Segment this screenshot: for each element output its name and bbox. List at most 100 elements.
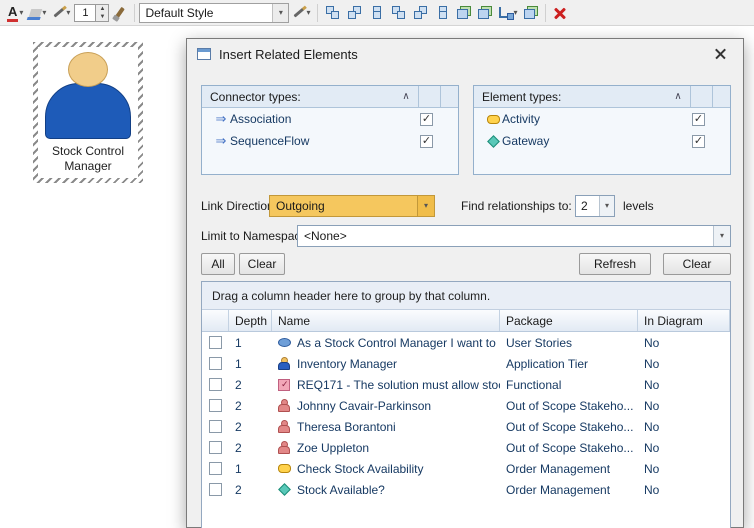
actor-shape[interactable]: Stock Control Manager bbox=[38, 47, 138, 178]
selected-actor-element[interactable]: Stock Control Manager bbox=[33, 42, 143, 183]
row-name: Theresa Borantoni bbox=[297, 420, 396, 434]
column-header-in-diagram[interactable]: In Diagram bbox=[638, 310, 730, 331]
table-row[interactable]: 1 Inventory Manager Application Tier No bbox=[202, 353, 730, 374]
delete-button[interactable] bbox=[550, 2, 570, 24]
namespace-combobox[interactable]: <None> ▾ bbox=[297, 225, 731, 247]
refresh-button[interactable]: Refresh bbox=[579, 253, 651, 275]
format-painter-button[interactable] bbox=[110, 2, 130, 24]
association-checkbox[interactable] bbox=[420, 113, 433, 126]
toolbar: A ▾ ▾ ▾ 1 ▲▼ Default Style ▾ ▾ bbox=[0, 0, 754, 26]
sequenceflow-checkbox[interactable] bbox=[420, 135, 433, 148]
row-checkbox[interactable] bbox=[209, 462, 222, 475]
autoroute-button[interactable]: ▾ bbox=[496, 2, 520, 24]
link-direction-combobox[interactable]: Outgoing ▾ bbox=[269, 195, 435, 217]
column-header-name[interactable]: Name bbox=[272, 310, 500, 331]
usecase-icon bbox=[276, 338, 292, 347]
paste-style-button[interactable] bbox=[475, 2, 495, 24]
link-direction-dropdown[interactable]: ▾ bbox=[417, 196, 434, 216]
table-row[interactable]: 2 Theresa Borantoni Out of Scope Stakeho… bbox=[202, 416, 730, 437]
gateway-checkbox[interactable] bbox=[692, 135, 705, 148]
clear-button[interactable]: Clear bbox=[663, 253, 731, 275]
chevron-down-icon[interactable]: ▾ bbox=[19, 9, 23, 17]
spinner-arrows[interactable]: ▲▼ bbox=[96, 4, 109, 22]
chevron-down-icon[interactable]: ▾ bbox=[66, 9, 70, 17]
row-checkbox[interactable] bbox=[209, 483, 222, 496]
spin-up-icon[interactable]: ▲ bbox=[96, 5, 108, 13]
find-levels-value: 2 bbox=[576, 196, 599, 216]
toolbar-separator bbox=[545, 4, 546, 22]
dialog-titlebar[interactable]: Insert Related Elements bbox=[187, 39, 743, 69]
all-button[interactable]: All bbox=[201, 253, 235, 275]
element-type-item[interactable]: Gateway bbox=[474, 130, 730, 152]
row-name: Check Stock Availability bbox=[297, 462, 424, 476]
requirement-icon bbox=[276, 379, 292, 391]
connector-type-item[interactable]: SequenceFlow bbox=[202, 130, 458, 152]
connector-type-name: SequenceFlow bbox=[230, 134, 420, 148]
gateway-icon bbox=[276, 485, 292, 494]
table-row[interactable]: 2 Stock Available? Order Management No bbox=[202, 479, 730, 500]
chevron-down-icon: ▾ bbox=[424, 202, 428, 210]
table-row[interactable]: 2 REQ171 - The solution must allow stoc.… bbox=[202, 374, 730, 395]
align-top-button[interactable] bbox=[322, 2, 343, 24]
style-combobox-dropdown[interactable]: ▾ bbox=[272, 4, 288, 22]
element-type-name: Activity bbox=[502, 112, 692, 126]
activity-icon bbox=[484, 115, 502, 124]
same-width-button[interactable] bbox=[366, 2, 387, 24]
space-vertical-button[interactable] bbox=[432, 2, 453, 24]
connector-type-item[interactable]: Association bbox=[202, 108, 458, 130]
row-checkbox[interactable] bbox=[209, 420, 222, 433]
row-package: User Stories bbox=[500, 332, 638, 353]
align-bottom-icon bbox=[347, 5, 362, 20]
row-checkbox[interactable] bbox=[209, 399, 222, 412]
table-row[interactable]: 1 Check Stock Availability Order Managem… bbox=[202, 458, 730, 479]
row-in-diagram: No bbox=[638, 437, 730, 458]
row-checkbox[interactable] bbox=[209, 336, 222, 349]
table-row[interactable]: 2 Zoe Uppleton Out of Scope Stakeho... N… bbox=[202, 437, 730, 458]
column-header-depth[interactable]: Depth bbox=[229, 310, 272, 331]
close-icon[interactable] bbox=[707, 43, 733, 65]
row-in-diagram: No bbox=[638, 374, 730, 395]
find-levels-combobox[interactable]: 2 ▾ bbox=[575, 195, 615, 217]
line-color-button[interactable]: ▾ bbox=[50, 2, 73, 24]
actor-label: Stock Control Manager bbox=[38, 144, 138, 174]
pen-style-button[interactable]: ▾ bbox=[290, 2, 313, 24]
table-row[interactable]: 1 As a Stock Control Manager I want to .… bbox=[202, 332, 730, 353]
fill-color-button[interactable]: ▾ bbox=[27, 2, 49, 24]
align-bottom-button[interactable] bbox=[344, 2, 365, 24]
row-checkbox[interactable] bbox=[209, 378, 222, 391]
row-checkbox[interactable] bbox=[209, 357, 222, 370]
chevron-down-icon[interactable]: ▾ bbox=[42, 9, 46, 17]
namespace-dropdown[interactable]: ▾ bbox=[713, 226, 730, 246]
connector-types-header[interactable]: Connector types: ∧ bbox=[202, 86, 458, 108]
table-row[interactable]: 2 Johnny Cavair-Parkinson Out of Scope S… bbox=[202, 395, 730, 416]
visual-style-button[interactable] bbox=[521, 2, 541, 24]
grid-body: 1 As a Stock Control Manager I want to .… bbox=[202, 332, 730, 500]
namespace-value: <None> bbox=[298, 226, 713, 246]
same-height-button[interactable] bbox=[388, 2, 409, 24]
copy-style-button[interactable] bbox=[454, 2, 474, 24]
collapse-chevron-icon[interactable]: ∧ bbox=[666, 91, 690, 102]
row-depth: 1 bbox=[229, 353, 272, 374]
results-grid: Drag a column header here to group by th… bbox=[201, 281, 731, 528]
activity-checkbox[interactable] bbox=[692, 113, 705, 126]
toolbar-separator bbox=[134, 4, 135, 22]
font-color-button[interactable]: A ▾ bbox=[4, 2, 26, 24]
row-name: REQ171 - The solution must allow stoc... bbox=[297, 378, 500, 392]
line-width-spinner[interactable]: 1 ▲▼ bbox=[74, 4, 109, 22]
row-in-diagram: No bbox=[638, 479, 730, 500]
chevron-down-icon[interactable]: ▾ bbox=[306, 9, 310, 17]
find-levels-dropdown[interactable]: ▾ bbox=[599, 196, 614, 216]
column-header-select[interactable] bbox=[202, 310, 229, 331]
connector-types-group: Connector types: ∧ Association SequenceF… bbox=[201, 85, 459, 175]
row-checkbox[interactable] bbox=[209, 441, 222, 454]
element-types-header[interactable]: Element types: ∧ bbox=[474, 86, 730, 108]
space-horizontal-button[interactable] bbox=[410, 2, 431, 24]
column-header-package[interactable]: Package bbox=[500, 310, 638, 331]
spin-down-icon[interactable]: ▼ bbox=[96, 13, 108, 21]
element-type-item[interactable]: Activity bbox=[474, 108, 730, 130]
group-by-hint[interactable]: Drag a column header here to group by th… bbox=[202, 282, 730, 310]
clear-selection-button[interactable]: Clear bbox=[239, 253, 285, 275]
line-width-value[interactable]: 1 bbox=[74, 4, 96, 22]
collapse-chevron-icon[interactable]: ∧ bbox=[394, 91, 418, 102]
style-combobox[interactable]: Default Style ▾ bbox=[139, 3, 289, 23]
